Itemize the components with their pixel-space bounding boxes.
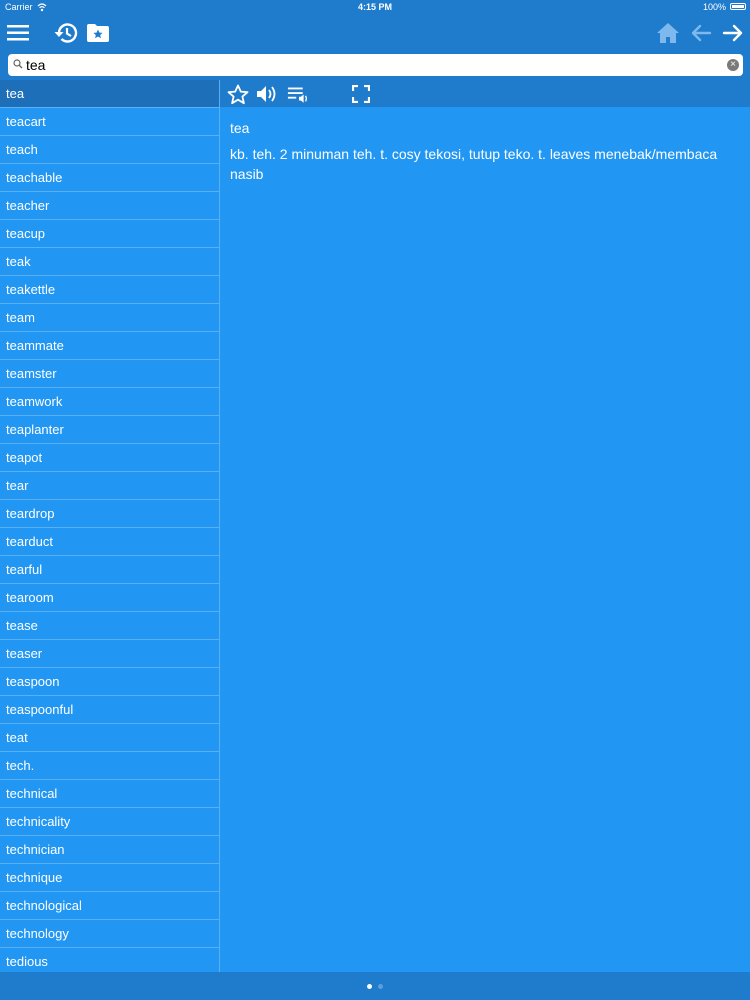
word-list-item[interactable]: tear — [0, 472, 219, 500]
word-list-item[interactable]: tearduct — [0, 528, 219, 556]
word-list-item[interactable]: teakettle — [0, 276, 219, 304]
word-list-item[interactable]: tedious — [0, 948, 219, 972]
word-list-item[interactable]: tea — [0, 80, 219, 108]
top-toolbar — [0, 14, 750, 52]
page-indicator-dot-active[interactable] — [367, 984, 372, 989]
word-list-item[interactable]: team — [0, 304, 219, 332]
clock: 4:15 PM — [357, 2, 392, 12]
read-aloud-list-icon[interactable] — [287, 83, 311, 105]
word-list-item[interactable]: teaspoonful — [0, 696, 219, 724]
search-input[interactable] — [26, 56, 726, 74]
word-list-item[interactable]: teaser — [0, 640, 219, 668]
history-icon[interactable] — [51, 18, 81, 48]
search-box: × — [8, 54, 743, 76]
word-list-item[interactable]: technology — [0, 920, 219, 948]
word-list-item[interactable]: teacup — [0, 220, 219, 248]
definition-pane: tea kb. teh. 2 minuman teh. t. cosy teko… — [220, 80, 750, 972]
word-list-item[interactable]: teacart — [0, 108, 219, 136]
word-list-item[interactable]: teachable — [0, 164, 219, 192]
entry-definition: kb. teh. 2 minuman teh. t. cosy tekosi, … — [230, 146, 718, 182]
search-bar: × — [0, 52, 750, 80]
word-list-item[interactable]: teamwork — [0, 388, 219, 416]
word-list-item[interactable]: teapot — [0, 444, 219, 472]
entry-headword: tea — [230, 120, 250, 136]
word-list-item[interactable]: teacher — [0, 192, 219, 220]
clear-search-icon[interactable]: × — [727, 59, 739, 71]
favorite-star-icon[interactable] — [226, 83, 250, 105]
menu-icon[interactable] — [3, 18, 33, 48]
definition-toolbar — [220, 80, 750, 107]
fullscreen-icon[interactable] — [349, 83, 373, 105]
battery-percentage: 100% — [702, 2, 726, 12]
word-list-item[interactable]: technician — [0, 836, 219, 864]
speaker-icon[interactable] — [255, 83, 279, 105]
word-list-item[interactable]: teaplanter — [0, 416, 219, 444]
bottom-bar — [0, 972, 750, 1000]
page-indicator-dot[interactable] — [378, 984, 383, 989]
word-list-item[interactable]: teardrop — [0, 500, 219, 528]
word-list-item[interactable]: teach — [0, 136, 219, 164]
search-icon — [13, 59, 23, 69]
word-list-item[interactable]: technicality — [0, 808, 219, 836]
status-bar: Carrier 4:15 PM 100% — [0, 0, 750, 14]
word-list-item[interactable]: technique — [0, 864, 219, 892]
word-list-item[interactable]: teat — [0, 724, 219, 752]
forward-arrow-icon[interactable] — [718, 18, 748, 48]
word-list-item[interactable]: tech. — [0, 752, 219, 780]
word-list-item[interactable]: tearful — [0, 556, 219, 584]
word-list[interactable]: tea teacart teach teachable teacher teacup tea… — [0, 80, 220, 972]
word-list-item[interactable]: tearoom — [0, 584, 219, 612]
favorites-folder-icon[interactable] — [83, 18, 113, 48]
word-list-item[interactable]: teak — [0, 248, 219, 276]
word-list-item[interactable]: teamster — [0, 360, 219, 388]
battery-icon — [730, 3, 746, 10]
word-list-item[interactable]: technical — [0, 780, 219, 808]
word-list-item[interactable]: technological — [0, 892, 219, 920]
word-list-item[interactable]: teammate — [0, 332, 219, 360]
word-list-item[interactable]: tease — [0, 612, 219, 640]
word-list-item[interactable]: teaspoon — [0, 668, 219, 696]
back-arrow-icon[interactable] — [686, 18, 716, 48]
home-icon[interactable] — [653, 18, 683, 48]
